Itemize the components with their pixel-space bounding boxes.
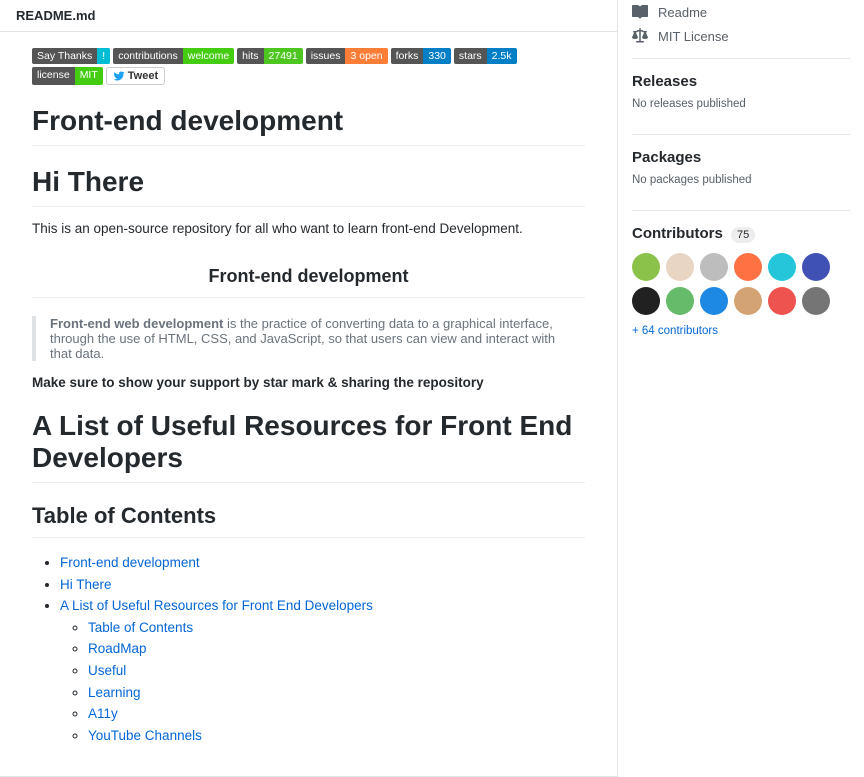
toc-subitem: RoadMap: [88, 638, 585, 660]
centered-heading: Front-end development: [32, 266, 585, 298]
badge-Say-Thanks[interactable]: Say Thanks!: [32, 48, 110, 64]
contributor-avatars: [632, 253, 850, 315]
intro-paragraph: This is an open-source repository for al…: [32, 221, 585, 236]
heading-toc: Table of Contents: [32, 503, 585, 538]
badge-contributions[interactable]: contributionswelcome: [113, 48, 234, 64]
contributor-avatar[interactable]: [666, 253, 694, 281]
heading-frontend-dev: Front-end development: [32, 105, 585, 146]
law-icon: [632, 28, 648, 44]
definition-quote: Front-end web development is the practic…: [32, 316, 585, 361]
toc-sublink[interactable]: A11y: [88, 706, 118, 721]
contributor-avatar[interactable]: [632, 253, 660, 281]
toc-sublink[interactable]: Useful: [88, 663, 126, 678]
toc-subitem: YouTube Channels: [88, 725, 585, 747]
support-text: Make sure to show your support by star m…: [32, 375, 585, 390]
twitter-icon: [113, 70, 125, 82]
contributor-avatar[interactable]: [768, 253, 796, 281]
toc-list: Front-end development Hi There A List of U…: [32, 552, 585, 746]
more-contributors-link[interactable]: + 64 contributors: [632, 325, 850, 337]
releases-section: Releases No releases published: [632, 58, 850, 124]
contributor-avatar[interactable]: [768, 287, 796, 315]
badge-stars[interactable]: stars2.5k: [454, 48, 517, 64]
badge-row: Say Thanks!contributionswelcomehits27491…: [32, 48, 585, 85]
contributor-avatar[interactable]: [802, 253, 830, 281]
packages-heading[interactable]: Packages: [632, 149, 850, 166]
contributor-avatar[interactable]: [632, 287, 660, 315]
toc-link[interactable]: Front-end development: [60, 555, 200, 570]
toc-item: A List of Useful Resources for Front End…: [60, 595, 585, 746]
readme-link[interactable]: Readme: [632, 0, 850, 24]
toc-link[interactable]: Hi There: [60, 577, 112, 592]
toc-subitem: A11y: [88, 703, 585, 725]
packages-text: No packages published: [632, 174, 850, 186]
toc-subitem: Useful: [88, 660, 585, 682]
contributors-title: Contributors: [632, 225, 723, 242]
contributors-heading[interactable]: Contributors 75: [632, 225, 850, 243]
heading-resources: A List of Useful Resources for Front End…: [32, 410, 585, 483]
contributors-count: 75: [731, 227, 755, 243]
readme-filename: README.md: [0, 0, 617, 32]
license-link-label: MIT License: [658, 29, 729, 44]
toc-subitem: Learning: [88, 682, 585, 704]
badge-issues[interactable]: issues3 open: [306, 48, 388, 64]
heading-hi-there: Hi There: [32, 166, 585, 207]
contributor-avatar[interactable]: [700, 253, 728, 281]
license-link[interactable]: MIT License: [632, 24, 850, 48]
badge-license[interactable]: licenseMIT: [32, 67, 103, 85]
contributor-avatar[interactable]: [734, 287, 762, 315]
badge-hits[interactable]: hits27491: [237, 48, 303, 64]
book-icon: [632, 4, 648, 20]
releases-text: No releases published: [632, 98, 850, 110]
packages-section: Packages No packages published: [632, 134, 850, 200]
contributor-avatar[interactable]: [734, 253, 762, 281]
quote-strong: Front-end web development: [50, 316, 223, 331]
toc-subitem: Table of Contents: [88, 617, 585, 639]
toc-sublink[interactable]: RoadMap: [88, 641, 147, 656]
releases-heading[interactable]: Releases: [632, 73, 850, 90]
toc-item: Hi There: [60, 574, 585, 596]
toc-link[interactable]: A List of Useful Resources for Front End…: [60, 598, 373, 613]
badge-forks[interactable]: forks330: [391, 48, 451, 64]
readme-link-label: Readme: [658, 5, 707, 20]
contributors-section: Contributors 75 + 64 contributors: [632, 210, 850, 351]
toc-item: Front-end development: [60, 552, 585, 574]
toc-sublink[interactable]: Learning: [88, 685, 141, 700]
contributor-avatar[interactable]: [700, 287, 728, 315]
toc-sublink[interactable]: Table of Contents: [88, 620, 193, 635]
tweet-button[interactable]: Tweet: [106, 67, 165, 85]
contributor-avatar[interactable]: [666, 287, 694, 315]
contributor-avatar[interactable]: [802, 287, 830, 315]
toc-sublink[interactable]: YouTube Channels: [88, 728, 202, 743]
